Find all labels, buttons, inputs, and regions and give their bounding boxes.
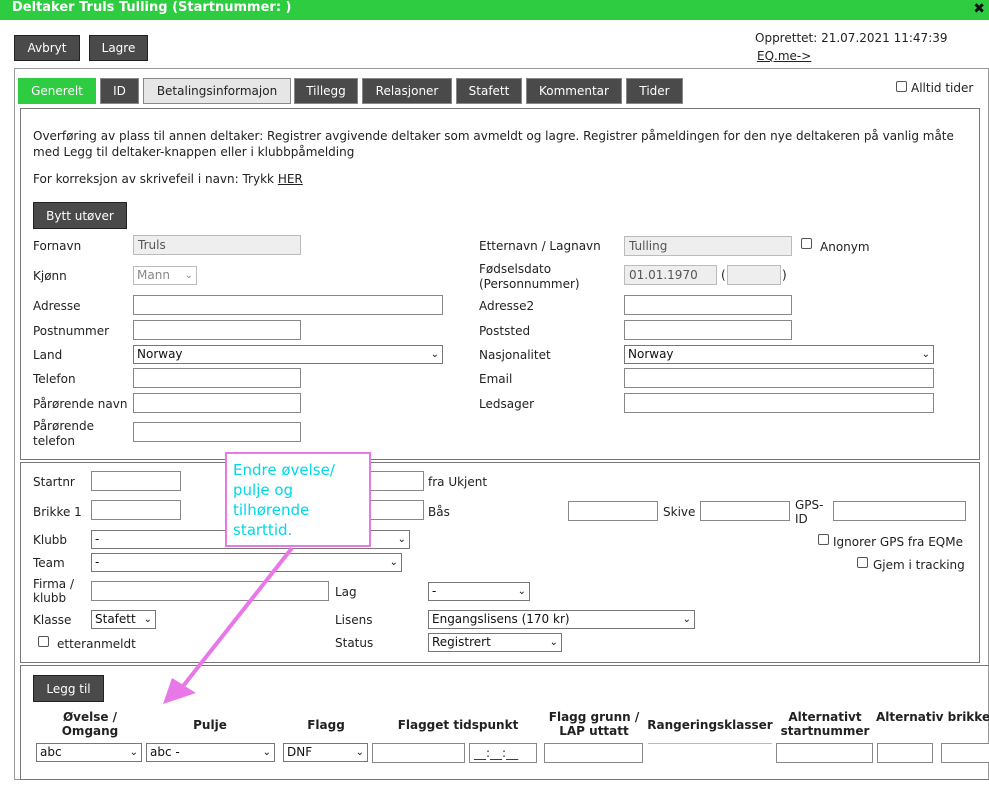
annotation-arrow-head [163, 678, 196, 704]
annotation-arrow-shaft [178, 546, 294, 692]
annotation-arrow-icon [163, 546, 294, 704]
